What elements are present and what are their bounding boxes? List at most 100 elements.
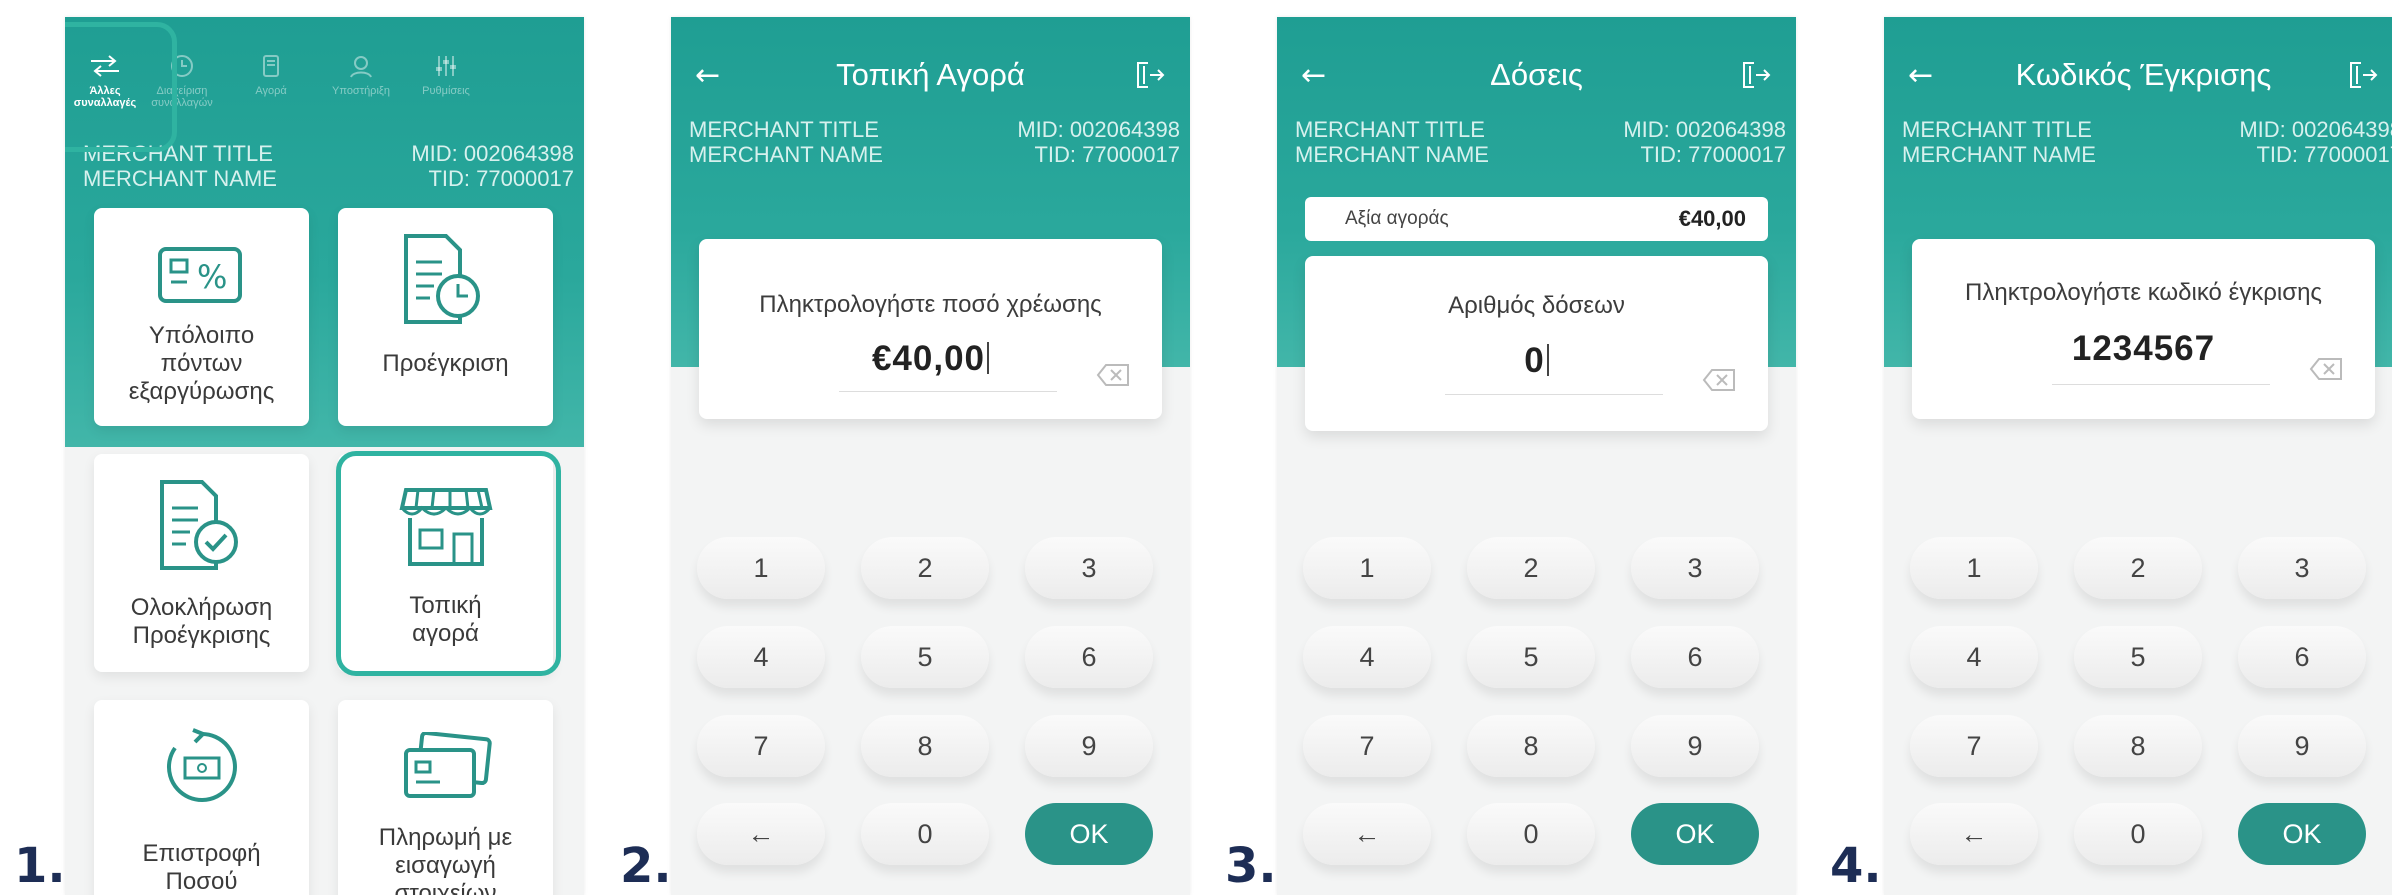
- screen-installments: ← Δόσεις MERCHANT TITLE MERCHANT NAME MI…: [1277, 17, 1796, 895]
- amount-prompt: Πληκτρολογήστε ποσό χρέωσης: [759, 291, 1102, 318]
- merchant-title: MERCHANT TITLE: [689, 117, 879, 142]
- merchant-title: MERCHANT TITLE: [1295, 117, 1485, 142]
- cards-icon: [404, 732, 492, 798]
- tile-pre-authorization[interactable]: Προέγκριση: [338, 208, 553, 426]
- ok-button[interactable]: OK: [1631, 803, 1759, 865]
- back-arrow-icon[interactable]: ←: [1908, 58, 1948, 93]
- installments-entry-card: Αριθμός δόσεων 0: [1305, 256, 1768, 431]
- tile-refund[interactable]: Επιστροφή Ποσού: [94, 700, 309, 895]
- approval-code-prompt: Πληκτρολογήστε κωδικό έγκρισης: [1965, 279, 2322, 306]
- key-1[interactable]: 1: [697, 537, 825, 599]
- key-back[interactable]: ←: [1910, 803, 2038, 865]
- tile-label: Προέγκριση: [382, 350, 509, 377]
- key-2[interactable]: 2: [1467, 537, 1595, 599]
- key-5[interactable]: 5: [1467, 626, 1595, 688]
- summary-label: Αξία αγοράς: [1345, 208, 1449, 229]
- back-arrow-icon[interactable]: ←: [1301, 58, 1341, 93]
- key-0[interactable]: 0: [1467, 803, 1595, 865]
- key-2[interactable]: 2: [861, 537, 989, 599]
- key-6[interactable]: 6: [2238, 626, 2366, 688]
- approval-code-value: 1234567: [2071, 329, 2216, 368]
- exit-icon[interactable]: [2339, 55, 2379, 95]
- screen-title: Τοπική Αγορά: [836, 57, 1025, 92]
- back-arrow-icon[interactable]: ←: [695, 58, 735, 93]
- merchant-mid: MID: 002064398: [2239, 117, 2392, 142]
- panel-number-3: 3.: [1225, 838, 1277, 894]
- amount-input[interactable]: €40,00: [699, 339, 1162, 379]
- backspace-icon[interactable]: [1702, 368, 1736, 392]
- key-4[interactable]: 4: [1303, 626, 1431, 688]
- key-9[interactable]: 9: [1631, 715, 1759, 777]
- screen-local-purchase: ← Τοπική Αγορά MERCHANT TITLE MERCHANT N…: [671, 17, 1190, 895]
- key-5[interactable]: 5: [861, 626, 989, 688]
- key-back[interactable]: ←: [1303, 803, 1431, 865]
- key-9[interactable]: 9: [2238, 715, 2366, 777]
- nav-support[interactable]: Υποστήριξη: [326, 53, 396, 97]
- ok-button[interactable]: OK: [2238, 803, 2366, 865]
- key-0[interactable]: 0: [2074, 803, 2202, 865]
- selected-nav-highlight: [65, 22, 177, 152]
- card-icon: [263, 55, 279, 77]
- key-8[interactable]: 8: [2074, 715, 2202, 777]
- key-1[interactable]: 1: [1910, 537, 2038, 599]
- input-underline: [2052, 384, 2270, 385]
- key-8[interactable]: 8: [861, 715, 989, 777]
- tile-card-entry-payment[interactable]: Πληρωμή με εισαγωγή στοιχείων κάρτας: [338, 700, 553, 895]
- merchant-name: MERCHANT NAME: [83, 166, 277, 191]
- tile-complete-pre-authorization[interactable]: Ολοκλήρωση Προέγκρισης: [94, 454, 309, 672]
- document-check-icon: [160, 480, 238, 570]
- panel-number-2: 2.: [620, 838, 672, 894]
- merchant-mid: MID: 002064398: [1623, 117, 1786, 142]
- key-6[interactable]: 6: [1631, 626, 1759, 688]
- merchant-title: MERCHANT TITLE: [1902, 117, 2092, 142]
- tile-points-balance[interactable]: % Υπόλοιπο πόντων εξαργύρωσης: [94, 208, 309, 426]
- tile-label: Ολοκλήρωση Προέγκρισης: [130, 594, 273, 649]
- installments-input[interactable]: 0: [1305, 341, 1768, 381]
- text-caret: [987, 342, 990, 374]
- backspace-icon[interactable]: [1096, 363, 1130, 387]
- merchant-info: MERCHANT TITLE MERCHANT NAME MID: 002064…: [1902, 117, 2392, 167]
- ok-button[interactable]: OK: [1025, 803, 1153, 865]
- approval-code-input[interactable]: 1234567: [1912, 329, 2375, 369]
- backspace-icon[interactable]: [2309, 357, 2343, 381]
- key-1[interactable]: 1: [1303, 537, 1431, 599]
- key-3[interactable]: 3: [1631, 537, 1759, 599]
- installments-value: 0: [1524, 341, 1545, 380]
- nav-settings[interactable]: Ρυθμίσεις: [411, 53, 481, 97]
- merchant-tid: TID: 77000017: [1640, 142, 1786, 167]
- merchant-name: MERCHANT NAME: [689, 142, 883, 167]
- input-underline: [1445, 394, 1663, 395]
- nav-purchase[interactable]: Αγορά: [236, 53, 306, 97]
- key-7[interactable]: 7: [1910, 715, 2038, 777]
- merchant-mid: MID: 002064398: [411, 141, 574, 166]
- merchant-name: MERCHANT NAME: [1902, 142, 2096, 167]
- support-icon: [350, 56, 372, 78]
- nav-label: Ρυθμίσεις: [422, 85, 470, 97]
- key-3[interactable]: 3: [2238, 537, 2366, 599]
- input-underline: [839, 391, 1057, 392]
- key-6[interactable]: 6: [1025, 626, 1153, 688]
- settings-icon: [436, 56, 456, 76]
- approval-code-entry-card: Πληκτρολογήστε κωδικό έγκρισης 1234567: [1912, 239, 2375, 419]
- screen-other-transactions: Άλλες συναλλαγές Διαχείριση συναλλαγών Α…: [65, 17, 584, 895]
- key-back[interactable]: ←: [697, 803, 825, 865]
- exit-icon[interactable]: [1732, 55, 1772, 95]
- panel-number-4: 4.: [1830, 838, 1882, 894]
- key-3[interactable]: 3: [1025, 537, 1153, 599]
- merchant-tid: TID: 77000017: [2256, 142, 2392, 167]
- key-4[interactable]: 4: [1910, 626, 2038, 688]
- key-7[interactable]: 7: [1303, 715, 1431, 777]
- merchant-tid: TID: 77000017: [428, 166, 574, 191]
- key-7[interactable]: 7: [697, 715, 825, 777]
- key-9[interactable]: 9: [1025, 715, 1153, 777]
- merchant-name: MERCHANT NAME: [1295, 142, 1489, 167]
- key-0[interactable]: 0: [861, 803, 989, 865]
- key-5[interactable]: 5: [2074, 626, 2202, 688]
- amount-entry-card: Πληκτρολογήστε ποσό χρέωσης €40,00: [699, 239, 1162, 419]
- key-4[interactable]: 4: [697, 626, 825, 688]
- exit-icon[interactable]: [1126, 55, 1166, 95]
- merchant-tid: TID: 77000017: [1034, 142, 1180, 167]
- nav-label: Υποστήριξη: [332, 85, 390, 97]
- key-2[interactable]: 2: [2074, 537, 2202, 599]
- key-8[interactable]: 8: [1467, 715, 1595, 777]
